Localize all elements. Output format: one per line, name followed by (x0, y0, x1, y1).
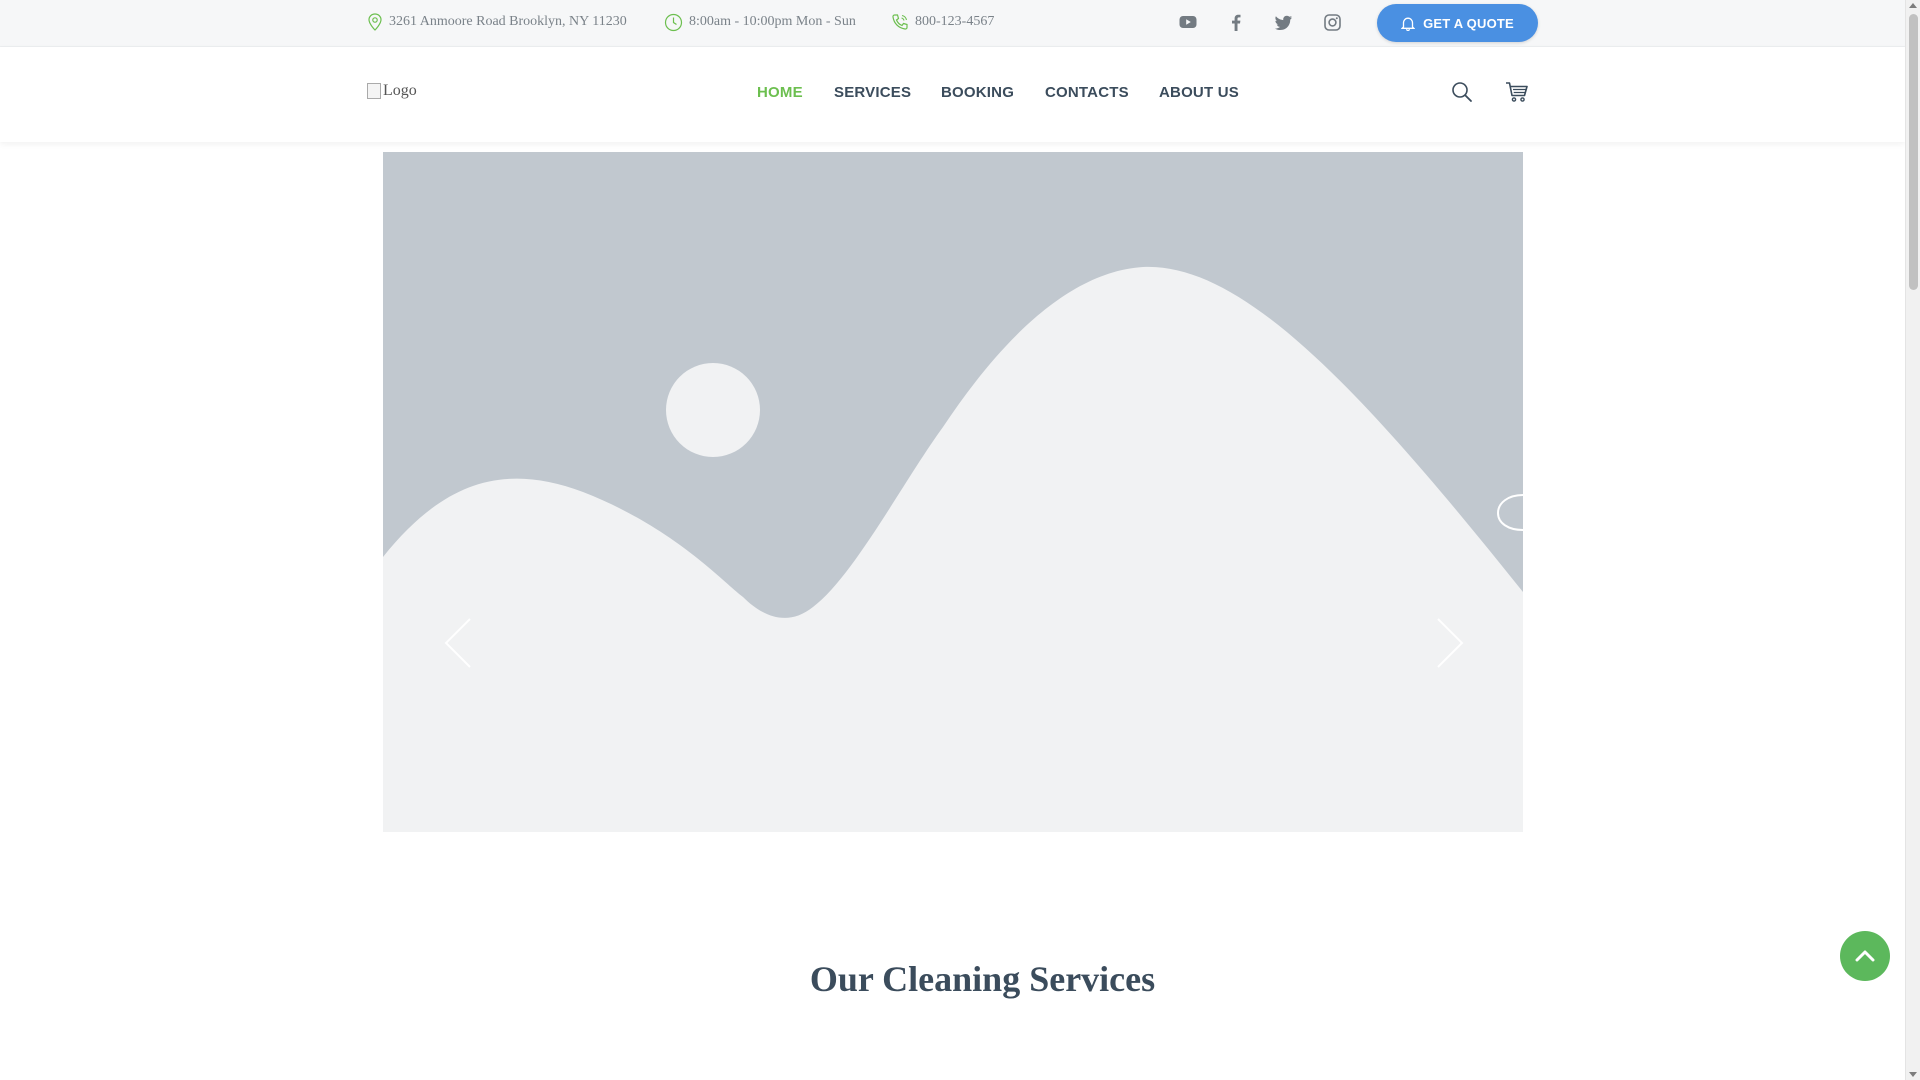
back-to-top-button[interactable] (1840, 931, 1890, 981)
address-text: 3261 Anmoore Road Brooklyn, NY 11230 (389, 14, 627, 29)
services-title: Our Cleaning Services (809, 959, 1156, 999)
hero-slider (383, 152, 1523, 832)
chevron-up-icon (1855, 950, 1875, 962)
search-icon[interactable] (1450, 80, 1474, 104)
facebook-icon[interactable] (1226, 12, 1246, 32)
location-pin-icon (368, 13, 382, 31)
get-a-quote-button[interactable]: GET A QUOTE (1377, 4, 1538, 42)
phone-text: 800-123-4567 (915, 14, 995, 29)
address-item: 3261 Anmoore Road Brooklyn, NY 11230 (367, 11, 627, 33)
get-a-quote-label: GET A QUOTE (1423, 15, 1514, 31)
main-header: Logo HOME SERVICES BOOKING CONTACTS ABOU… (0, 47, 1905, 142)
clock-icon (664, 13, 683, 31)
page-scrollbar[interactable] (1905, 0, 1920, 1080)
cart-icon[interactable] (1505, 80, 1529, 104)
bell-icon (1401, 17, 1416, 31)
top-bar: 3261 Anmoore Road Brooklyn, NY 11230 8:0… (0, 0, 1905, 47)
instagram-icon[interactable] (1322, 12, 1342, 32)
scroll-down-arrow[interactable] (1909, 1072, 1917, 1077)
hours-item: 8:00am - 10:00pm Mon - Sun (664, 11, 856, 33)
nav-about-us[interactable]: ABOUT US (1159, 84, 1239, 101)
phone-item: 800-123-4567 (891, 11, 994, 33)
twitter-icon[interactable] (1274, 12, 1294, 32)
page: 3261 Anmoore Road Brooklyn, NY 11230 8:0… (0, 0, 1905, 1080)
site-logo[interactable]: Logo (367, 82, 417, 100)
youtube-icon[interactable] (1178, 12, 1198, 32)
scroll-up-arrow[interactable] (1909, 3, 1917, 8)
nav-home[interactable]: HOME (757, 84, 803, 101)
nav-contacts[interactable]: CONTACTS (1045, 84, 1129, 101)
slider-next-arrow[interactable] (1435, 617, 1465, 669)
logo-alt-text: Logo (383, 82, 417, 99)
slider-prev-arrow[interactable] (443, 617, 473, 669)
nav-services[interactable]: SERVICES (834, 84, 911, 101)
nav-booking[interactable]: BOOKING (941, 84, 1014, 101)
scrollbar-thumb[interactable] (1909, 14, 1918, 290)
hours-text: 8:00am - 10:00pm Mon - Sun (689, 14, 856, 29)
broken-image-icon (367, 83, 381, 99)
phone-icon (892, 14, 908, 30)
image-placeholder (383, 152, 1523, 832)
